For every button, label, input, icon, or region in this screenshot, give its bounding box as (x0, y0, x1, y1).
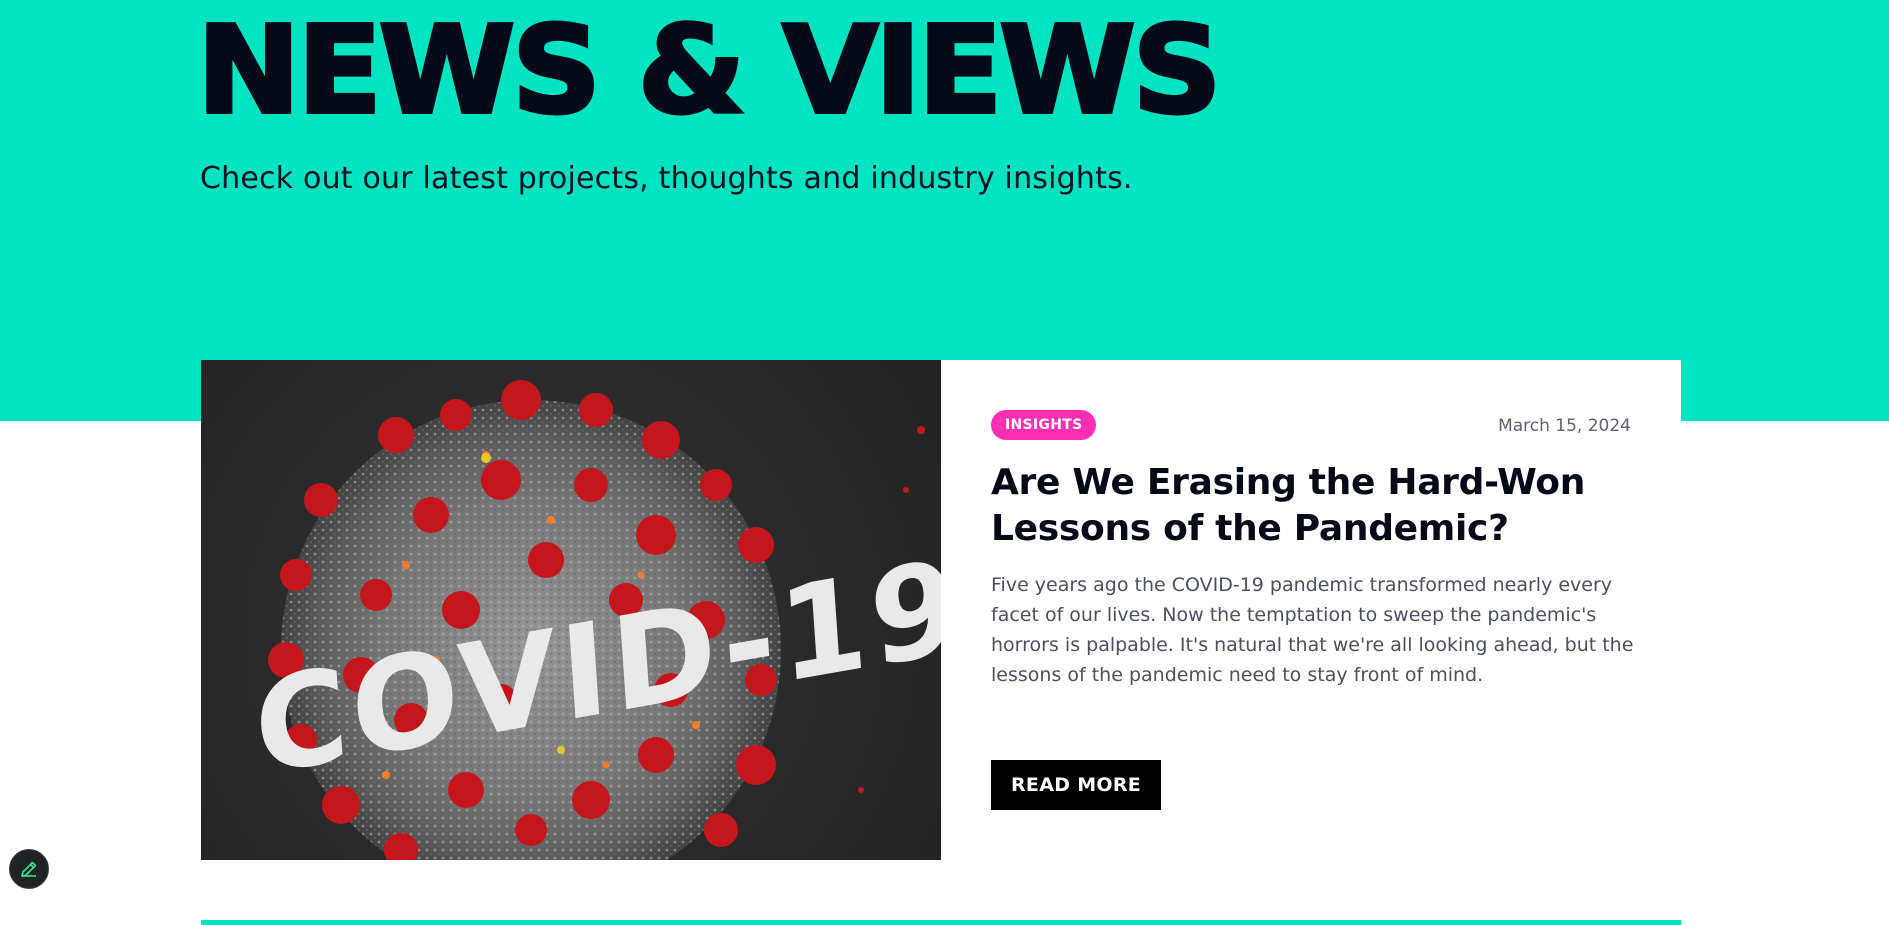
page-subtitle: Check out our latest projects, thoughts … (200, 161, 1133, 196)
post-content: INSIGHTS March 15, 2024 Are We Erasing t… (941, 360, 1681, 860)
post-date: March 15, 2024 (1498, 416, 1631, 436)
section-divider (201, 920, 1681, 925)
read-more-button[interactable]: READ MORE (991, 760, 1162, 810)
page-title: NEWS & VIEWS (195, 0, 1224, 143)
pencil-icon (21, 861, 37, 877)
category-tag[interactable]: INSIGHTS (991, 410, 1097, 440)
edit-button[interactable] (9, 849, 49, 889)
post-image[interactable]: COVID-19 (201, 360, 941, 860)
hero-banner: NEWS & VIEWS Check out our latest projec… (0, 0, 1889, 421)
featured-post-card: COVID-19 INSIGHTS March 15, 2024 Are We … (201, 360, 1681, 860)
post-excerpt: Five years ago the COVID-19 pandemic tra… (991, 574, 1634, 686)
covid-virus-illustration: COVID-19 (250, 380, 941, 860)
post-title[interactable]: Are We Erasing the Hard-Won Lessons of t… (991, 460, 1631, 552)
